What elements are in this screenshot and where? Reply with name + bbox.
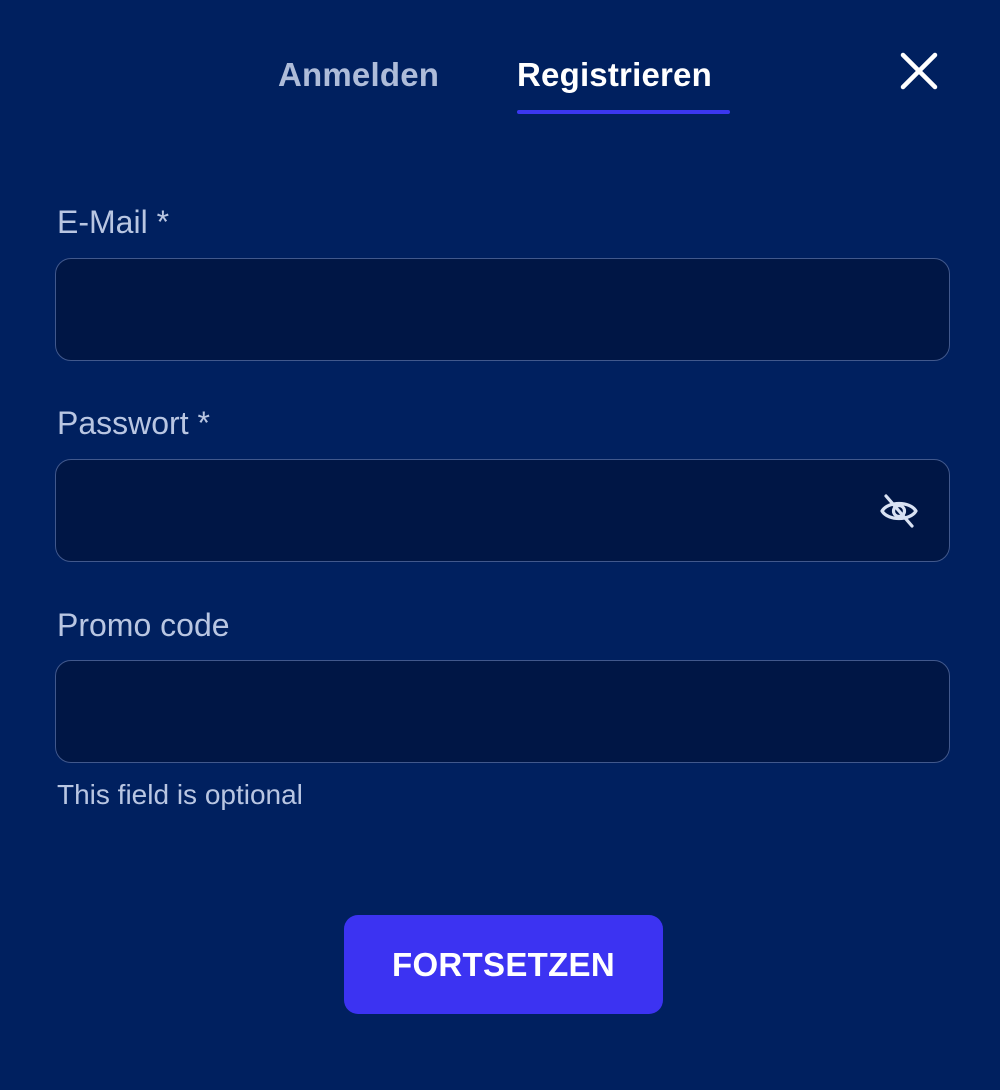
promo-code-label: Promo code [57, 607, 230, 643]
continue-button[interactable]: FORTSETZEN [344, 915, 663, 1014]
promo-code-field-box[interactable] [55, 660, 950, 764]
email-field[interactable] [76, 259, 880, 362]
eye-off-icon [880, 494, 918, 528]
registration-modal: Anmelden Registrieren E-Mail * Passwort … [0, 0, 1000, 1090]
tab-register[interactable]: Registrieren [517, 56, 712, 94]
password-label: Passwort * [57, 405, 210, 441]
password-field-box[interactable] [55, 459, 950, 563]
promo-code-field[interactable] [76, 661, 880, 764]
close-button[interactable] [896, 48, 942, 94]
password-visibility-toggle[interactable] [878, 490, 920, 532]
tab-login[interactable]: Anmelden [278, 56, 439, 94]
email-label: E-Mail * [57, 204, 170, 240]
close-icon [900, 52, 938, 90]
promo-code-hint: This field is optional [57, 779, 303, 810]
email-field-box[interactable] [55, 258, 950, 362]
password-field[interactable] [76, 460, 880, 563]
active-tab-indicator [517, 110, 730, 114]
auth-tabs: Anmelden Registrieren [0, 0, 1000, 120]
